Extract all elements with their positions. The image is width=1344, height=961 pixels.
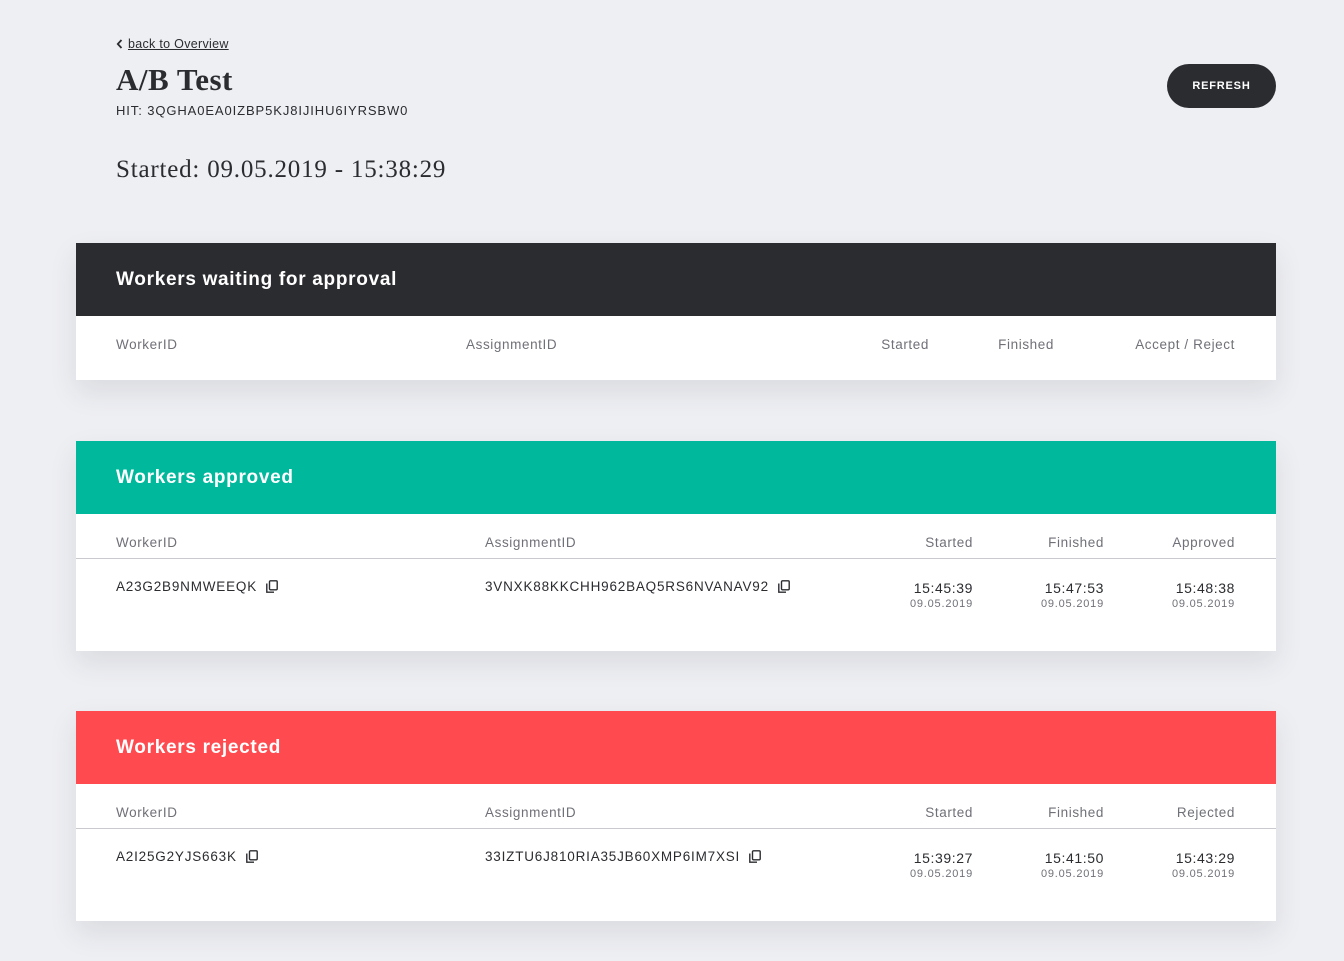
finished-date: 09.05.2019 <box>1040 868 1104 880</box>
assignment-id-cell: 3VNXK88KKCHH962BAQ5RS6NVANAV92 <box>485 579 790 594</box>
finished-date: 09.05.2019 <box>1040 598 1104 610</box>
started-date: 09.05.2019 <box>909 598 973 610</box>
column-header-finished: Finished <box>1048 805 1104 820</box>
rejected-panel-title: Workers rejected <box>116 736 282 758</box>
column-header-finished: Finished <box>998 337 1054 352</box>
rejected-time: 15:43:29 <box>1175 850 1235 866</box>
approved-cell: 15:48:38 09.05.2019 <box>1172 580 1235 610</box>
worker-id: A2I25G2YJS663K <box>116 849 237 864</box>
approved-date: 09.05.2019 <box>1171 598 1235 610</box>
hit-id: HIT: 3QGHA0EA0IZBP5KJ8IJIHU6IYRSBW0 <box>116 103 409 118</box>
started-timestamp: Started: 09.05.2019 - 15:38:29 <box>116 156 447 183</box>
started-time: 15:39:27 <box>913 850 973 866</box>
assignment-id: 33IZTU6J810RIA35JB60XMP6IM7XSI <box>485 849 741 864</box>
column-header-accept-reject: Accept / Reject <box>1135 337 1235 352</box>
column-header-assignment-id: AssignmentID <box>466 337 558 352</box>
copy-icon[interactable] <box>266 580 278 593</box>
approved-table-header: WorkerID AssignmentID Started Finished A… <box>76 514 1276 559</box>
approved-panel-header: Workers approved <box>76 441 1276 514</box>
rejected-panel: Workers rejected WorkerID AssignmentID S… <box>76 711 1276 921</box>
finished-cell: 15:47:53 09.05.2019 <box>1041 580 1104 610</box>
column-header-started: Started <box>881 337 929 352</box>
column-header-finished: Finished <box>1048 535 1104 550</box>
assignment-id-cell: 33IZTU6J810RIA35JB60XMP6IM7XSI <box>485 849 762 864</box>
column-header-worker-id: WorkerID <box>116 535 178 550</box>
approved-panel: Workers approved WorkerID AssignmentID S… <box>76 441 1276 651</box>
chevron-left-icon <box>116 39 123 49</box>
waiting-panel-title: Workers waiting for approval <box>116 268 398 290</box>
worker-id-cell: A23G2B9NMWEEQK <box>116 579 278 594</box>
waiting-panel-header: Workers waiting for approval <box>76 243 1276 316</box>
worker-id: A23G2B9NMWEEQK <box>116 579 257 594</box>
rejected-cell: 15:43:29 09.05.2019 <box>1172 850 1235 880</box>
finished-cell: 15:41:50 09.05.2019 <box>1041 850 1104 880</box>
started-cell: 15:39:27 09.05.2019 <box>910 850 973 880</box>
table-row: A2I25G2YJS663K 33IZTU6J810RIA35JB60XMP6I… <box>76 829 1276 921</box>
waiting-panel: Workers waiting for approval WorkerID As… <box>76 243 1276 380</box>
rejected-panel-header: Workers rejected <box>76 711 1276 784</box>
column-header-worker-id: WorkerID <box>116 337 178 352</box>
finished-time: 15:41:50 <box>1044 850 1104 866</box>
column-header-assignment-id: AssignmentID <box>485 535 577 550</box>
started-date: 09.05.2019 <box>909 868 973 880</box>
rejected-date: 09.05.2019 <box>1171 868 1235 880</box>
finished-time: 15:47:53 <box>1044 580 1104 596</box>
column-header-assignment-id: AssignmentID <box>485 805 577 820</box>
column-header-approved: Approved <box>1172 535 1235 550</box>
started-time: 15:45:39 <box>913 580 973 596</box>
approved-panel-title: Workers approved <box>116 466 294 488</box>
approved-time: 15:48:38 <box>1175 580 1235 596</box>
copy-icon[interactable] <box>749 850 762 863</box>
column-header-worker-id: WorkerID <box>116 805 178 820</box>
rejected-table-header: WorkerID AssignmentID Started Finished R… <box>76 784 1276 829</box>
copy-icon[interactable] <box>245 850 258 863</box>
waiting-table-header: WorkerID AssignmentID Started Finished A… <box>76 316 1276 380</box>
started-cell: 15:45:39 09.05.2019 <box>910 580 973 610</box>
page-title: A/B Test <box>116 62 233 97</box>
back-to-overview-link[interactable]: back to Overview <box>116 37 229 51</box>
column-header-started: Started <box>925 805 973 820</box>
table-row: A23G2B9NMWEEQK 3VNXK88KKCHH962BAQ5RS6NVA… <box>76 559 1276 651</box>
copy-icon[interactable] <box>777 580 790 593</box>
column-header-rejected: Rejected <box>1176 805 1235 820</box>
assignment-id: 3VNXK88KKCHH962BAQ5RS6NVANAV92 <box>485 579 769 594</box>
back-link-label: back to Overview <box>128 37 229 51</box>
column-header-started: Started <box>925 535 973 550</box>
refresh-button[interactable]: REFRESH <box>1167 64 1276 108</box>
worker-id-cell: A2I25G2YJS663K <box>116 849 258 864</box>
